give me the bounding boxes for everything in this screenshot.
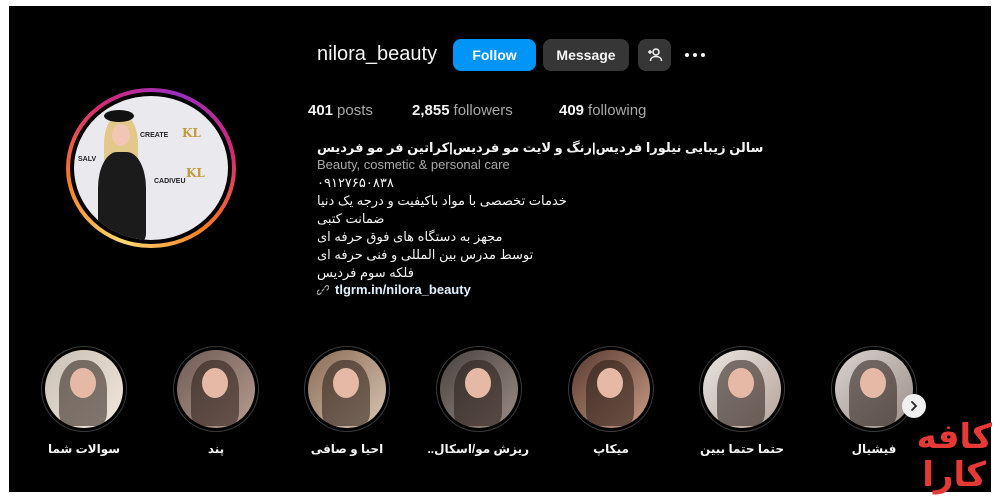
- bio-external-link[interactable]: tlgrm.in/nilora_beauty: [317, 282, 471, 297]
- highlight-label: احیا و صافی: [310, 442, 384, 456]
- highlight-cover: [45, 350, 123, 428]
- bio-category: Beauty, cosmetic & personal care: [317, 157, 510, 172]
- more-options-icon[interactable]: [683, 43, 707, 67]
- highlight-label: میکاپ: [593, 442, 629, 456]
- watermark-logo: کافه کارا: [916, 417, 998, 498]
- highlight-face: [465, 368, 491, 398]
- stat-followers[interactable]: 2,855 followers: [412, 102, 513, 119]
- highlight-cover-ring: [568, 346, 654, 432]
- highlight-cover-ring: [41, 346, 127, 432]
- profile-avatar-ring[interactable]: CREATE CADIVEU KL KL SALV: [66, 88, 236, 248]
- highlight-item[interactable]: احیا و صافی: [297, 346, 397, 456]
- bio-line: مجهز به دستگاه های فوق حرفه ای: [317, 229, 503, 244]
- link-icon: [317, 284, 329, 295]
- highlight-face: [860, 368, 886, 398]
- highlight-cover-ring: [831, 346, 917, 432]
- bio-line: خدمات تخصصی با مواد باکیفیت و درجه یک دن…: [317, 193, 567, 208]
- bio-line: ۰۹۱۲۷۶۵۰۸۳۸: [317, 175, 394, 190]
- highlight-cover-ring: [436, 346, 522, 432]
- highlight-item[interactable]: میکاپ: [561, 346, 661, 456]
- highlight-cover: [703, 350, 781, 428]
- suggest-user-button[interactable]: [638, 39, 671, 71]
- highlight-item[interactable]: پند: [166, 346, 266, 456]
- highlight-cover: [572, 350, 650, 428]
- stat-following[interactable]: 409 following: [559, 102, 646, 119]
- chevron-right-icon[interactable]: [902, 394, 926, 418]
- highlight-label: پند: [207, 442, 225, 456]
- watermark-line: کارا: [922, 455, 986, 495]
- bio-full-name: سالن زیبایی نیلورا فردیس|رنگ و لایت مو ف…: [317, 140, 764, 155]
- highlight-label: فیشیال: [851, 442, 897, 456]
- bio-line: فلکه سوم فردیس: [317, 265, 414, 280]
- banner-text: CADIVEU: [154, 178, 186, 185]
- highlight-cover-ring: [699, 346, 785, 432]
- highlight-cover-ring: [304, 346, 390, 432]
- bio-line: توسط مدرس بین المللی و فنی حرفه ای: [317, 247, 534, 262]
- profile-username: nilora_beauty: [317, 43, 438, 65]
- highlight-face: [70, 368, 96, 398]
- highlight-face: [333, 368, 359, 398]
- bio-line: ضمانت کتبی: [317, 211, 385, 226]
- stat-posts[interactable]: 401 posts: [308, 102, 373, 119]
- highlight-cover: [177, 350, 255, 428]
- person-hat: [104, 110, 134, 122]
- person-body: [98, 152, 146, 240]
- highlight-face: [202, 368, 228, 398]
- profile-page: CREATE CADIVEU KL KL SALV nilora_beauty …: [9, 6, 991, 492]
- banner-logo: KL: [182, 126, 201, 140]
- person-plus-icon: [647, 48, 662, 62]
- profile-avatar: CREATE CADIVEU KL KL SALV: [74, 96, 228, 240]
- highlight-label: حتما حتما ببین: [700, 442, 784, 456]
- bio-link-text: tlgrm.in/nilora_beauty: [335, 282, 471, 297]
- highlight-item[interactable]: ریزش مو/اسکال..: [427, 346, 529, 456]
- highlight-cover: [835, 350, 913, 428]
- highlight-label: سوالات شما: [47, 442, 121, 456]
- banner-text: CREATE: [140, 132, 169, 139]
- highlight-cover: [308, 350, 386, 428]
- watermark-line: کافه: [916, 417, 992, 457]
- highlight-label: ریزش مو/اسکال..: [427, 442, 529, 456]
- banner-text: SALV: [78, 156, 97, 163]
- highlight-face: [597, 368, 623, 398]
- follow-button[interactable]: Follow: [453, 39, 536, 71]
- highlight-cover-ring: [173, 346, 259, 432]
- highlight-cover: [440, 350, 518, 428]
- banner-logo: KL: [186, 166, 205, 180]
- highlight-face: [728, 368, 754, 398]
- message-button[interactable]: Message: [543, 39, 629, 71]
- highlight-item[interactable]: حتما حتما ببین: [692, 346, 792, 456]
- person-face: [112, 124, 130, 146]
- highlight-item[interactable]: سوالات شما: [34, 346, 134, 456]
